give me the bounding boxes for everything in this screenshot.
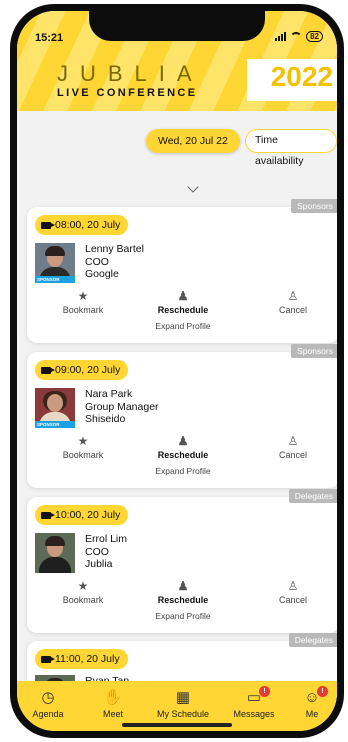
sponsor-badge: SPONSOR bbox=[35, 276, 75, 283]
person-company: Shiseido bbox=[85, 413, 126, 425]
meeting-card[interactable]: Sponsors 09:00, 20 July SPONSOR Nara Par… bbox=[27, 344, 337, 488]
user-clock-icon: ♟ bbox=[177, 289, 189, 303]
person-role: COO bbox=[85, 545, 109, 558]
star-icon: ★ bbox=[77, 434, 89, 448]
status-icons: 82 bbox=[275, 31, 323, 42]
video-icon bbox=[41, 511, 55, 519]
clock-icon: ◷ bbox=[41, 689, 55, 706]
nav-meet[interactable]: ✋ Meet bbox=[93, 689, 133, 719]
reschedule-button[interactable]: ♟ Reschedule bbox=[143, 434, 223, 460]
meeting-card[interactable]: Sponsors 08:00, 20 July SPONSOR Lenny Ba… bbox=[27, 199, 337, 343]
person-role: COO bbox=[85, 255, 109, 268]
notification-badge: ! bbox=[259, 686, 270, 697]
reschedule-button[interactable]: ♟ Reschedule bbox=[143, 289, 223, 315]
nav-me[interactable]: ☺! Me bbox=[297, 686, 328, 719]
bookmark-button[interactable]: ★ Bookmark bbox=[43, 434, 123, 460]
star-icon: ★ bbox=[77, 579, 89, 593]
cancel-button[interactable]: ♙ Cancel bbox=[253, 289, 333, 315]
expand-profile-link[interactable]: Expand Profile bbox=[27, 611, 337, 621]
meeting-time-badge: 09:00, 20 July bbox=[35, 360, 129, 380]
person-name: Lenny Bartel bbox=[85, 243, 144, 255]
category-tag: Delegates bbox=[288, 489, 337, 503]
user-clock-icon: ♟ bbox=[177, 579, 189, 593]
person-company: Jublia bbox=[85, 558, 113, 570]
brand-subtitle: LIVE CONFERENCE bbox=[57, 87, 198, 99]
person-company: Google bbox=[85, 268, 119, 280]
meeting-time: 11:00, 20 July bbox=[55, 653, 120, 665]
person-role: Group Manager bbox=[85, 400, 159, 413]
home-indicator bbox=[122, 723, 232, 727]
phone-frame: 15:21 82 JUBLIA LIVE CONFERENCE 2022 Wed… bbox=[10, 4, 344, 738]
chevron-down-icon[interactable] bbox=[187, 181, 199, 193]
app-screen: 15:21 82 JUBLIA LIVE CONFERENCE 2022 Wed… bbox=[17, 11, 337, 731]
user-remove-icon: ♙ bbox=[287, 579, 299, 593]
status-time: 15:21 bbox=[35, 32, 64, 44]
expand-profile-link[interactable]: Expand Profile bbox=[27, 466, 337, 476]
sponsor-badge: SPONSOR bbox=[35, 421, 75, 428]
handshake-icon: ✋ bbox=[103, 689, 123, 706]
avatar[interactable]: SPONSOR bbox=[35, 388, 75, 428]
card-actions: ★ Bookmark ♟ Reschedule ♙ Cancel bbox=[27, 579, 337, 611]
user-remove-icon: ♙ bbox=[287, 434, 299, 448]
category-tag: Sponsors bbox=[291, 344, 337, 358]
avatar[interactable]: SPONSOR bbox=[35, 243, 75, 283]
nav-messages[interactable]: ▭! Messages bbox=[229, 686, 279, 719]
bookmark-button[interactable]: ★ Bookmark bbox=[43, 289, 123, 315]
signal-icon bbox=[275, 32, 287, 41]
person-name: Errol Lim bbox=[85, 533, 128, 545]
cancel-button[interactable]: ♙ Cancel bbox=[253, 579, 333, 605]
person-info: Lenny Bartel COO Google bbox=[85, 243, 144, 281]
card-actions: ★ Bookmark ♟ Reschedule ♙ Cancel bbox=[27, 434, 337, 466]
cancel-button[interactable]: ♙ Cancel bbox=[253, 434, 333, 460]
person-info: Errol Lim COO Jublia bbox=[85, 533, 127, 571]
expand-profile-link[interactable]: Expand Profile bbox=[27, 321, 337, 331]
category-tag: Delegates bbox=[288, 633, 337, 647]
meeting-time-badge: 10:00, 20 July bbox=[35, 505, 129, 525]
video-icon bbox=[41, 366, 55, 374]
wifi-icon bbox=[290, 32, 303, 41]
meeting-time: 09:00, 20 July bbox=[55, 364, 121, 376]
meeting-time: 08:00, 20 July bbox=[55, 219, 121, 231]
calendar-icon: ▦ bbox=[175, 689, 191, 706]
time-availability-button[interactable]: Time availability bbox=[245, 129, 337, 167]
user-clock-icon: ♟ bbox=[177, 434, 189, 448]
meeting-time: 10:00, 20 July bbox=[55, 509, 121, 521]
notification-badge: ! bbox=[317, 686, 328, 697]
date-selector[interactable]: Wed, 20 Jul 22 bbox=[146, 129, 240, 153]
avatar[interactable] bbox=[35, 533, 75, 573]
battery-icon: 82 bbox=[306, 31, 323, 42]
meeting-card[interactable]: Delegates 10:00, 20 July Errol Lim COO J… bbox=[27, 489, 337, 633]
star-icon: ★ bbox=[77, 289, 89, 303]
person-info: Nara Park Group Manager Shiseido bbox=[85, 388, 159, 426]
video-icon bbox=[41, 221, 55, 229]
person-name: Nara Park bbox=[85, 388, 133, 400]
bookmark-button[interactable]: ★ Bookmark bbox=[43, 579, 123, 605]
card-actions: ★ Bookmark ♟ Reschedule ♙ Cancel bbox=[27, 289, 337, 321]
user-remove-icon: ♙ bbox=[287, 289, 299, 303]
reschedule-button[interactable]: ♟ Reschedule bbox=[143, 579, 223, 605]
nav-my-schedule[interactable]: ▦ My Schedule bbox=[153, 689, 213, 719]
brand-title: JUBLIA bbox=[57, 61, 204, 86]
meeting-time-badge: 08:00, 20 July bbox=[35, 215, 129, 235]
brand-year: 2022 bbox=[270, 61, 333, 92]
meeting-time-badge: 11:00, 20 July bbox=[35, 649, 128, 669]
notch bbox=[89, 11, 265, 41]
message-icon: ▭! bbox=[229, 686, 279, 707]
smiley-icon: ☺! bbox=[297, 686, 328, 707]
nav-agenda[interactable]: ◷ Agenda bbox=[27, 689, 69, 719]
video-icon bbox=[41, 655, 55, 663]
category-tag: Sponsors bbox=[291, 199, 337, 213]
